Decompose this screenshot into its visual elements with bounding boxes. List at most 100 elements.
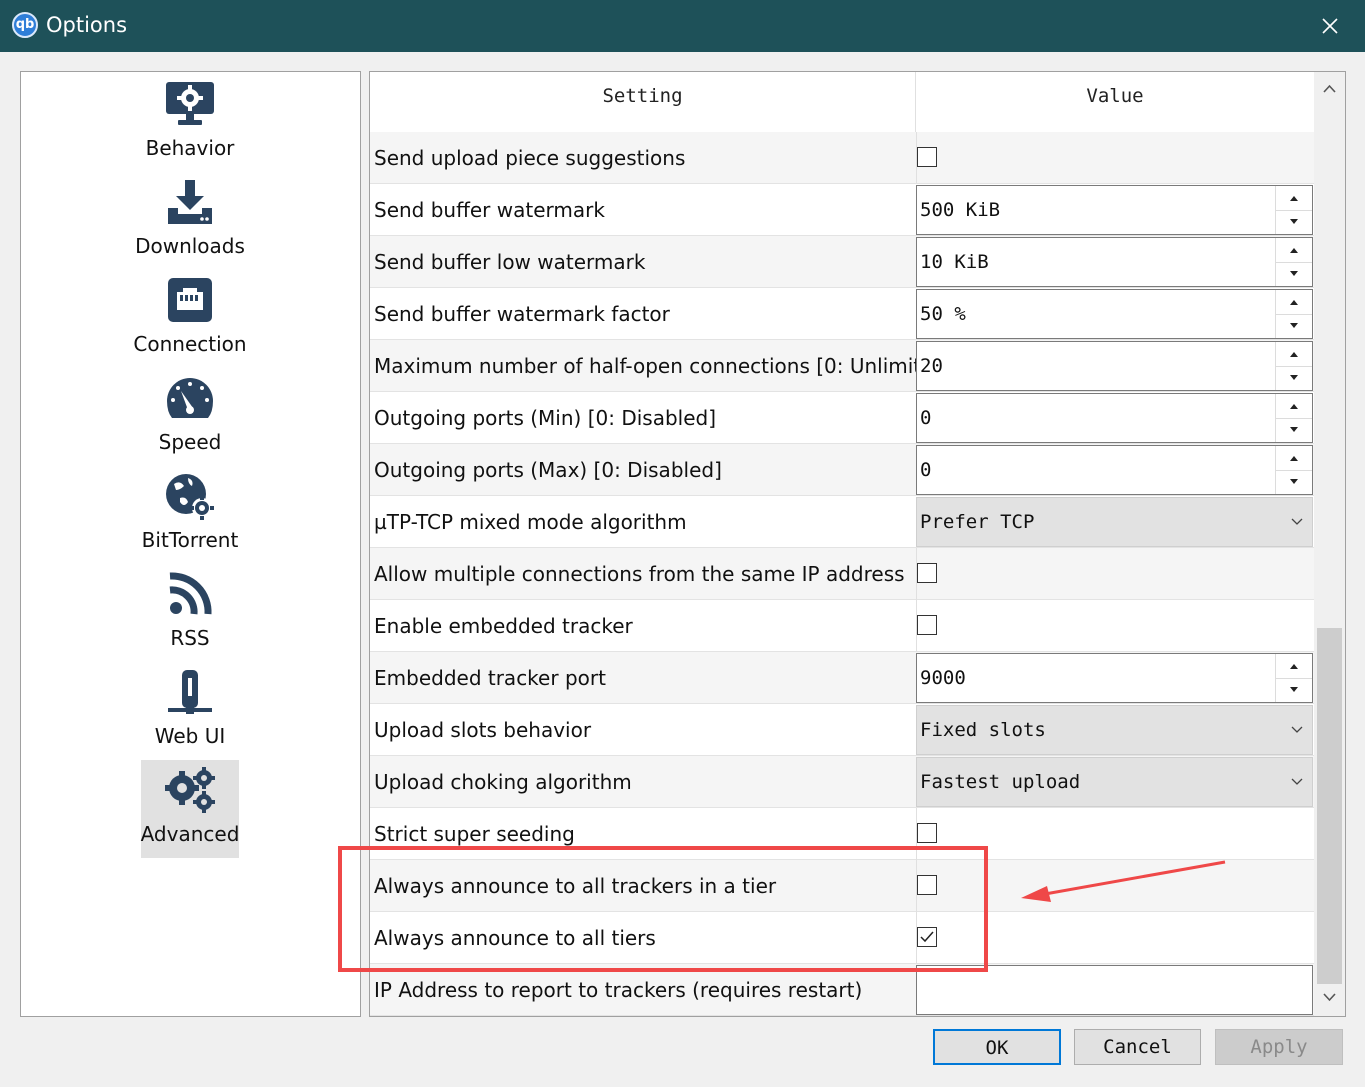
sidebar-item-label: RSS: [170, 626, 210, 650]
spin-down-arrow-icon[interactable]: [1276, 678, 1312, 702]
globe-gear-icon: [166, 474, 214, 520]
checkbox-strict-super-seeding[interactable]: [917, 823, 937, 843]
column-header-value[interactable]: Value: [916, 72, 1314, 132]
spin-down-arrow-icon[interactable]: [1276, 262, 1312, 286]
spin-down-arrow-icon[interactable]: [1276, 314, 1312, 338]
spinbox-send-buffer-watermark[interactable]: 500 KiB: [916, 185, 1313, 235]
spinbox-value[interactable]: 500 KiB: [920, 186, 1000, 234]
sidebar-item-bittorrent[interactable]: BitTorrent: [141, 466, 239, 564]
window-title: Options: [46, 13, 128, 37]
spin-down-arrow-icon[interactable]: [1276, 470, 1312, 494]
sidebar-item-label: Advanced: [140, 822, 240, 846]
app-icon: qb: [12, 12, 38, 38]
setting-label: Outgoing ports (Max) [0: Disabled]: [374, 458, 722, 482]
value-cell: [916, 600, 1315, 652]
sidebar-item-web-ui[interactable]: Web UI: [141, 662, 239, 760]
spinbox-send-buffer-watermark-factor[interactable]: 50 %: [916, 289, 1313, 339]
table-row: µTP-TCP mixed mode algorithm Prefer TCP: [370, 496, 1314, 548]
spin-up-arrow-icon[interactable]: [1276, 654, 1312, 679]
value-cell: 20: [916, 340, 1314, 392]
text-field-ip-address-to-report-to-trackers-requires-restart[interactable]: [916, 965, 1313, 1015]
value-cell: 9000: [916, 652, 1314, 704]
spinbox-buttons: [1275, 654, 1312, 702]
value-cell: 10 KiB: [916, 236, 1314, 288]
value-cell: Prefer TCP: [916, 496, 1314, 548]
spinbox-value[interactable]: 0: [920, 394, 931, 442]
checkbox-allow-multiple-connections-from-the-same-ip-address[interactable]: [917, 563, 937, 583]
close-button[interactable]: [1295, 0, 1365, 52]
setting-label: µTP-TCP mixed mode algorithm: [374, 510, 687, 534]
scroll-down-arrow-icon[interactable]: [1314, 980, 1345, 1016]
dropdown-upload-slots-behavior[interactable]: Fixed slots: [916, 705, 1313, 755]
spinbox-value[interactable]: 10 KiB: [920, 238, 989, 286]
sidebar-item-label: Web UI: [154, 724, 226, 748]
spin-up-arrow-icon[interactable]: [1276, 446, 1312, 471]
table-row: Send buffer low watermark 10 KiB: [370, 236, 1314, 288]
setting-label: Upload slots behavior: [374, 718, 592, 742]
web-ui-icon: [168, 670, 212, 714]
value-cell: 500 KiB: [916, 184, 1314, 236]
value-cell: 50 %: [916, 288, 1314, 340]
sidebar-item-label: Connection: [133, 332, 247, 356]
sidebar-item-label: Behavior: [145, 136, 235, 160]
spinbox-maximum-number-of-half-open-connections-0-unlimited[interactable]: 20: [916, 341, 1313, 391]
spinbox-value[interactable]: 0: [920, 446, 931, 494]
setting-label: Enable embedded tracker: [374, 614, 633, 638]
spin-up-arrow-icon[interactable]: [1276, 394, 1312, 419]
spinbox-value[interactable]: 9000: [920, 654, 966, 702]
sidebar-item-speed[interactable]: Speed: [141, 368, 239, 466]
sidebar-item-rss[interactable]: RSS: [141, 564, 239, 662]
dropdown-selected-value: Fastest upload: [920, 771, 1081, 793]
vertical-scrollbar[interactable]: [1314, 72, 1345, 1016]
ethernet-icon: [168, 278, 212, 322]
chevron-down-icon: [1291, 726, 1303, 733]
highlight-annotation-box: [338, 846, 988, 972]
value-cell: Fixed slots: [916, 704, 1314, 756]
speedometer-icon: [167, 378, 213, 418]
chevron-down-icon: [1291, 518, 1303, 525]
table-row: Enable embedded tracker: [370, 600, 1314, 652]
spin-up-arrow-icon[interactable]: [1276, 186, 1312, 211]
spinbox-outgoing-ports-max-0-disabled[interactable]: 0: [916, 445, 1313, 495]
spinbox-embedded-tracker-port[interactable]: 9000: [916, 653, 1313, 703]
setting-label: Send upload piece suggestions: [374, 146, 686, 170]
sidebar-item-connection[interactable]: Connection: [133, 270, 247, 368]
rss-icon: [169, 572, 212, 615]
spin-down-arrow-icon[interactable]: [1276, 210, 1312, 234]
checkbox-enable-embedded-tracker[interactable]: [917, 615, 937, 635]
spin-down-arrow-icon[interactable]: [1276, 418, 1312, 442]
sidebar-item-behavior[interactable]: Behavior: [141, 74, 239, 172]
spin-up-arrow-icon[interactable]: [1276, 238, 1312, 263]
setting-label: Allow multiple connections from the same…: [374, 562, 905, 586]
sidebar-item-label: Speed: [158, 430, 222, 454]
table-row: Embedded tracker port 9000: [370, 652, 1314, 704]
monitor-gear-icon: [166, 82, 214, 125]
spinbox-send-buffer-low-watermark[interactable]: 10 KiB: [916, 237, 1313, 287]
spinbox-outgoing-ports-min-0-disabled[interactable]: 0: [916, 393, 1313, 443]
value-cell: 0: [916, 444, 1314, 496]
table-row: Outgoing ports (Min) [0: Disabled] 0: [370, 392, 1314, 444]
column-header-setting[interactable]: Setting: [370, 72, 916, 132]
table-row: Maximum number of half-open connections …: [370, 340, 1314, 392]
spin-up-arrow-icon[interactable]: [1276, 290, 1312, 315]
spinbox-value[interactable]: 50 %: [920, 290, 966, 338]
category-sidebar: Behavior Downloads Connection Speed BitT…: [20, 71, 361, 1017]
value-cell: 0: [916, 392, 1314, 444]
scroll-up-arrow-icon[interactable]: [1314, 72, 1345, 108]
apply-button[interactable]: Apply: [1215, 1029, 1343, 1065]
spin-up-arrow-icon[interactable]: [1276, 342, 1312, 367]
table-row: Send buffer watermark factor 50 %: [370, 288, 1314, 340]
sidebar-item-downloads[interactable]: Downloads: [135, 172, 245, 270]
spinbox-value[interactable]: 20: [920, 342, 943, 390]
ok-button[interactable]: OK: [933, 1029, 1061, 1065]
setting-label: Send buffer watermark: [374, 198, 605, 222]
sidebar-item-advanced[interactable]: Advanced: [141, 760, 239, 858]
dropdown-upload-choking-algorithm[interactable]: Fastest upload: [916, 757, 1313, 807]
checkbox-send-upload-piece-suggestions[interactable]: [917, 147, 937, 167]
cancel-button[interactable]: Cancel: [1074, 1029, 1201, 1065]
spinbox-buttons: [1275, 342, 1312, 390]
spin-down-arrow-icon[interactable]: [1276, 366, 1312, 390]
scrollbar-thumb[interactable]: [1317, 628, 1342, 984]
table-row: Send upload piece suggestions: [370, 132, 1314, 184]
dropdown-tp-tcp-mixed-mode-algorithm[interactable]: Prefer TCP: [916, 497, 1313, 547]
